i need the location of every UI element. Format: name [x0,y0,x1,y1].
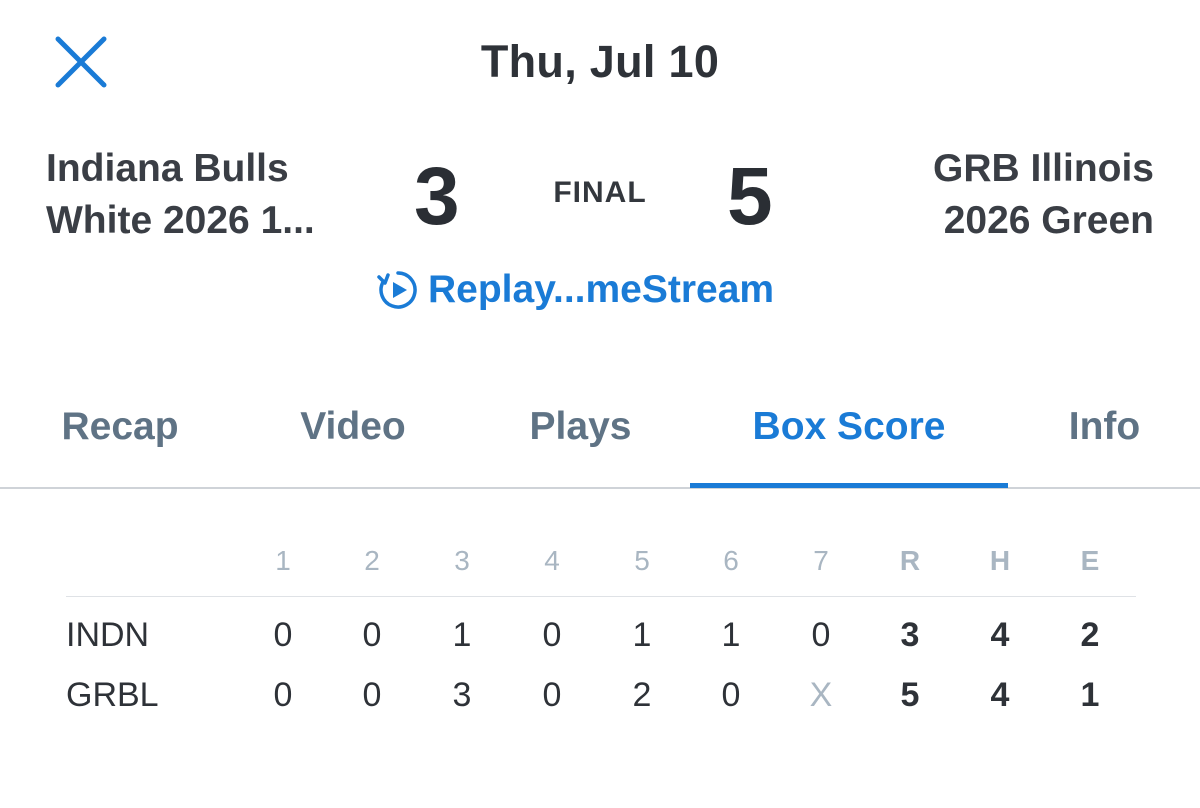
tab-info[interactable]: Info [1052,395,1157,485]
tab-video[interactable]: Video [278,395,428,485]
inning-header: 7 [813,545,829,576]
home-team-line2: 2026 Green [943,199,1154,242]
inning-score: 0 [273,616,293,654]
inning-header: 1 [275,545,291,576]
errors-total: 1 [1080,676,1100,714]
home-team-name[interactable]: GRB Illinois 2026 Green [824,143,1154,247]
away-team-line1: Indiana Bulls [46,147,289,190]
inning-score: 0 [811,616,831,654]
inning-score: 1 [452,616,472,654]
replay-play-icon [377,271,417,309]
replay-label: Replay...meStream [428,268,775,311]
replay-link[interactable]: Replay...meStream [376,264,774,316]
runs-header: R [899,545,921,576]
box-score-header-row: 1 2 3 4 5 6 7 R H E [66,535,1136,597]
errors-header: E [1080,545,1100,576]
home-score: 5 [727,151,773,242]
tab-bar: Recap Video Plays Box Score Info [0,395,1200,489]
hits-total: 4 [990,616,1010,654]
inning-header: 5 [634,545,650,576]
errors-total: 2 [1080,616,1100,654]
inning-score: 0 [362,616,382,654]
box-score-table: 1 2 3 4 5 6 7 R H E INDN 0 0 1 0 1 1 0 3… [66,535,1136,722]
inning-score: 3 [452,676,472,714]
inning-header: 2 [364,545,380,576]
inning-score: 0 [273,676,293,714]
inning-score: 0 [542,616,562,654]
inning-header: 3 [454,545,470,576]
inning-score: 0 [721,676,741,714]
hits-total: 4 [990,676,1010,714]
inning-score: 1 [721,616,741,654]
home-team-line1: GRB Illinois [932,147,1154,190]
away-team-line2: White 2026 1... [46,199,315,242]
team-abbreviation: INDN [66,616,150,654]
page-title: Thu, Jul 10 [480,36,720,87]
inning-score: 1 [632,616,652,654]
tab-box-score[interactable]: Box Score [690,395,1008,488]
inning-score: 2 [632,676,652,714]
table-row: GRBL 0 0 3 0 2 0 X 5 4 1 [66,662,1136,722]
runs-total: 5 [900,676,920,714]
table-row: INDN 0 0 1 0 1 1 0 3 4 2 [66,602,1136,662]
inning-score: X [809,676,833,714]
runs-total: 3 [900,616,920,654]
hits-header: H [989,545,1011,576]
inning-score: 0 [362,676,382,714]
game-status: FINAL [553,176,647,209]
away-team-name[interactable]: Indiana Bulls White 2026 1... [46,143,376,247]
inning-header: 4 [544,545,560,576]
tab-plays[interactable]: Plays [508,395,653,485]
team-abbreviation: GRBL [66,676,159,714]
tab-recap[interactable]: Recap [40,395,200,485]
inning-header: 6 [723,545,739,576]
inning-score: 0 [542,676,562,714]
away-score: 3 [414,151,460,242]
